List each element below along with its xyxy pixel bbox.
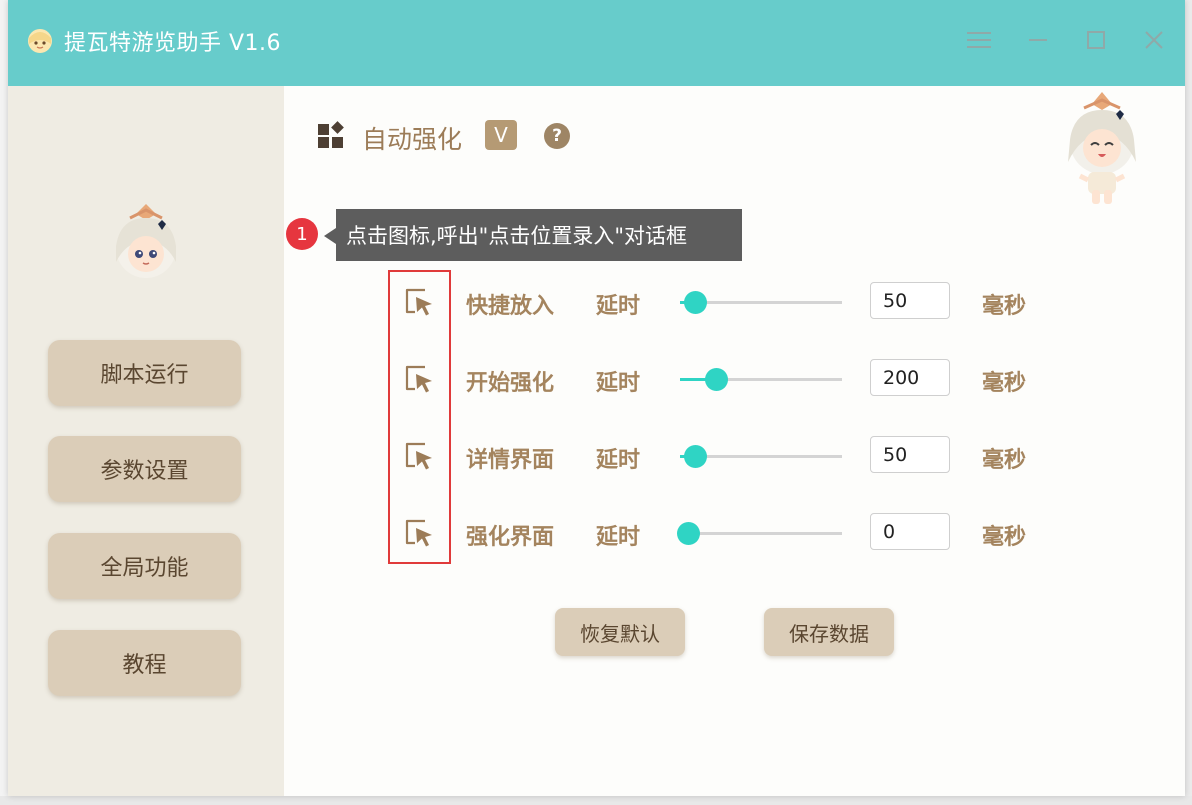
row-label: 快捷放入 [466, 294, 555, 319]
slider-thumb[interactable] [684, 445, 707, 468]
minimize-button[interactable] [1020, 22, 1056, 58]
setting-row: 详情界面 延时 毫秒 [284, 436, 1185, 476]
pick-position-icon[interactable] [403, 286, 435, 318]
row-label: 开始强化 [466, 371, 555, 396]
pick-position-icon[interactable] [403, 517, 435, 549]
paimon-avatar-icon [116, 204, 176, 278]
delay-slider[interactable] [677, 521, 842, 545]
menu-icon [967, 32, 991, 48]
delay-label: 延时 [596, 294, 641, 319]
pick-position-icon[interactable] [403, 363, 435, 395]
delay-slider[interactable] [680, 444, 842, 468]
delay-label: 延时 [596, 525, 641, 550]
sidebar-item-script-run[interactable]: 脚本运行 [48, 340, 241, 406]
delay-input[interactable] [870, 513, 950, 550]
delay-label: 延时 [596, 371, 641, 396]
background-window-edge-bottom [0, 796, 1192, 805]
version-badge: V [485, 120, 517, 150]
tooltip-hint: 点击图标,呼出"点击位置录入"对话框 [324, 209, 742, 261]
app-title: 提瓦特游览助手 V1.6 [64, 31, 282, 56]
slider-thumb[interactable] [705, 368, 728, 391]
setting-row: 开始强化 延时 毫秒 [284, 359, 1185, 399]
sidebar-item-global[interactable]: 全局功能 [48, 533, 241, 599]
delay-input[interactable] [870, 436, 950, 473]
unit-label: 毫秒 [982, 294, 1027, 319]
unit-label: 毫秒 [982, 448, 1027, 473]
sidebar: 脚本运行 参数设置 全局功能 教程 [8, 86, 284, 796]
delay-input[interactable] [870, 282, 950, 319]
widgets-icon [318, 121, 344, 148]
close-icon [1145, 31, 1163, 49]
minimize-icon [1029, 39, 1047, 41]
main-panel: 自动强化 V ? 1 点击图标,呼出"点击位置录入"对话框 快捷放入 延时 50… [284, 86, 1185, 796]
unit-label: 毫秒 [982, 371, 1027, 396]
reset-default-button[interactable]: 恢复默认 [555, 608, 685, 656]
slider-thumb[interactable] [677, 522, 700, 545]
background-window-edge [1185, 0, 1192, 805]
save-data-button[interactable]: 保存数据 [764, 608, 894, 656]
delay-input[interactable] [870, 359, 950, 396]
menu-button[interactable] [961, 22, 997, 58]
app-window: 提瓦特游览助手 V1.6 脚本运行 参数设置 全局功能 教程 自动强化 V ? … [8, 0, 1185, 796]
sidebar-item-tutorial[interactable]: 教程 [48, 630, 241, 696]
setting-row: 快捷放入 延时 毫秒 [284, 282, 1185, 322]
delay-slider[interactable] [680, 290, 842, 314]
sidebar-item-settings[interactable]: 参数设置 [48, 436, 241, 502]
row-label: 详情界面 [466, 448, 555, 473]
paimon-mascot-image [1068, 92, 1136, 204]
unit-label: 毫秒 [982, 525, 1027, 550]
delay-slider[interactable] [680, 367, 842, 391]
app-logo-icon [28, 29, 52, 53]
pick-position-icon[interactable] [403, 440, 435, 472]
maximize-button[interactable] [1078, 22, 1114, 58]
setting-row: 强化界面 延时 毫秒 [284, 513, 1185, 553]
row-label: 强化界面 [466, 525, 555, 550]
close-button[interactable] [1136, 22, 1172, 58]
help-icon[interactable]: ? [544, 123, 570, 149]
maximize-icon [1087, 31, 1105, 49]
delay-label: 延时 [596, 448, 641, 473]
section-title: 自动强化 [362, 125, 463, 154]
slider-thumb[interactable] [684, 291, 707, 314]
title-bar: 提瓦特游览助手 V1.6 [8, 0, 1185, 86]
slider-track [680, 532, 842, 535]
step-number-badge: 1 [286, 218, 318, 250]
